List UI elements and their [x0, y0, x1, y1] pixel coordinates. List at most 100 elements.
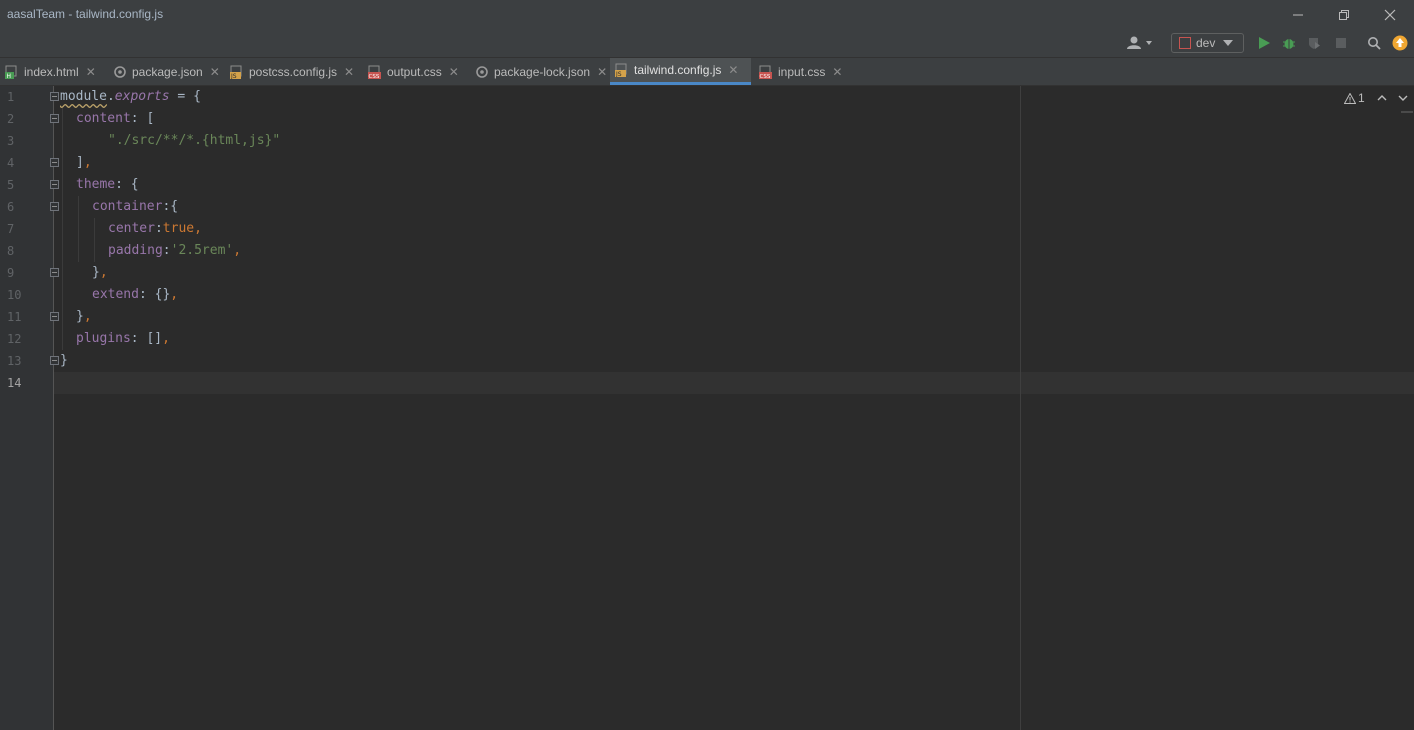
line-number: 8 — [7, 244, 15, 258]
code-token: : [ — [130, 111, 155, 126]
run-button[interactable] — [1254, 32, 1274, 54]
json-file-icon — [114, 65, 126, 78]
code-editor[interactable]: 1 2 3 4 5 6 7 8 9 10 11 12 13 14 module.… — [0, 86, 1414, 730]
fold-marker[interactable] — [50, 92, 59, 101]
tab-label: package.json — [132, 64, 203, 79]
tab-postcss-config-js[interactable]: JS postcss.config.js ✕ — [225, 58, 363, 85]
npm-config-icon — [1179, 37, 1191, 49]
indent-guide — [78, 196, 79, 262]
line-number: 3 — [7, 134, 15, 148]
code-token: } — [92, 265, 100, 280]
chevron-down-icon[interactable] — [1398, 94, 1408, 102]
code-token: , — [83, 309, 92, 324]
search-everywhere-button[interactable] — [1364, 32, 1384, 54]
css-file-icon: CSS — [759, 65, 772, 79]
tab-label: package-lock.json — [494, 64, 591, 79]
tab-package-lock-json[interactable]: package-lock.json ✕ — [470, 58, 610, 85]
code-token: , — [194, 221, 202, 236]
code-token: : {} — [138, 287, 171, 302]
stop-icon — [1336, 38, 1346, 48]
code-line: } — [60, 350, 68, 372]
restore-button[interactable] — [1321, 0, 1367, 29]
line-number: 5 — [7, 178, 15, 192]
user-icon — [1127, 36, 1152, 49]
scrollbar-marker — [1401, 111, 1413, 113]
stop-button[interactable] — [1331, 32, 1351, 54]
line-number: 2 — [7, 112, 15, 126]
chevron-down-icon — [1223, 40, 1234, 46]
close-icon — [1384, 9, 1396, 20]
close-tab-icon[interactable]: ✕ — [210, 65, 220, 79]
code-line: center:true, — [108, 218, 202, 240]
line-number: 13 — [7, 354, 22, 368]
close-tab-icon[interactable]: ✕ — [86, 65, 96, 79]
code-token: center — [108, 221, 155, 236]
search-icon — [1368, 37, 1381, 50]
code-token: , — [83, 155, 92, 170]
tab-label: index.html — [24, 64, 79, 79]
html-file-icon: H — [5, 65, 17, 79]
coverage-icon — [1309, 38, 1320, 49]
ide-update-button[interactable] — [1390, 32, 1410, 54]
code-token: extend — [92, 287, 139, 302]
code-token: : — [162, 243, 171, 258]
fold-marker[interactable] — [50, 268, 59, 277]
line-number-gutter: 1 2 3 4 5 6 7 8 9 10 11 12 13 14 — [0, 86, 54, 730]
chevron-up-icon[interactable] — [1377, 94, 1387, 102]
code-token: container — [92, 199, 163, 214]
fold-marker[interactable] — [50, 158, 59, 167]
code-line: plugins: [], — [76, 328, 170, 350]
code-token: content — [76, 111, 131, 126]
tab-input-css[interactable]: CSS input.css ✕ — [754, 58, 850, 85]
code-token: theme — [76, 177, 116, 192]
minimize-icon — [1293, 14, 1303, 15]
code-token: , — [233, 243, 242, 258]
editor-tabs: H index.html ✕ package.json ✕ JS postcss… — [0, 58, 1414, 86]
vcs-user-button[interactable] — [1124, 32, 1156, 54]
code-line: content: [ — [76, 108, 154, 130]
svg-text:JS: JS — [230, 73, 237, 79]
fold-marker[interactable] — [50, 180, 59, 189]
svg-text:JS: JS — [615, 71, 622, 77]
code-token: = { — [169, 89, 201, 104]
tab-output-css[interactable]: CSS output.css ✕ — [363, 58, 467, 85]
run-configuration-select[interactable]: dev — [1171, 33, 1244, 53]
js-file-icon: JS — [615, 63, 627, 77]
json-file-icon — [476, 65, 488, 78]
coverage-button[interactable] — [1304, 32, 1324, 54]
inspection-count: 1 — [1358, 91, 1365, 105]
code-line: theme: { — [76, 174, 139, 196]
debug-icon — [1283, 39, 1295, 49]
code-token: "./src/**/*.{html,js}" — [108, 133, 281, 148]
js-file-icon: JS — [230, 65, 242, 79]
tab-tailwind-config-js[interactable]: JS tailwind.config.js ✕ — [610, 58, 751, 85]
line-number: 10 — [7, 288, 22, 302]
code-token: ] — [76, 155, 84, 170]
code-token: : — [154, 221, 163, 236]
line-number: 4 — [7, 156, 15, 170]
close-tab-icon[interactable]: ✕ — [832, 65, 842, 79]
fold-marker[interactable] — [50, 114, 59, 123]
tab-label: output.css — [387, 64, 442, 79]
inspections-widget[interactable]: 1 — [1344, 90, 1408, 106]
title-bar: aasalTeam - tailwind.config.js — [0, 0, 1414, 29]
fold-marker[interactable] — [50, 202, 59, 211]
fold-marker[interactable] — [50, 312, 59, 321]
close-window-button[interactable] — [1367, 0, 1413, 29]
minimize-button[interactable] — [1275, 0, 1321, 29]
right-margin-guide — [1020, 86, 1021, 730]
fold-marker[interactable] — [50, 356, 59, 365]
tab-index-html[interactable]: H index.html ✕ — [0, 58, 104, 85]
code-token: : { — [115, 177, 139, 192]
code-line: }, — [92, 262, 108, 284]
close-tab-icon[interactable]: ✕ — [344, 65, 354, 79]
svg-text:CSS: CSS — [369, 74, 380, 79]
tab-package-json[interactable]: package.json ✕ — [108, 58, 224, 85]
main-toolbar: dev — [0, 29, 1414, 58]
indent-guide — [94, 218, 95, 262]
debug-button[interactable] — [1279, 32, 1299, 54]
update-icon — [1392, 35, 1408, 51]
close-tab-icon[interactable]: ✕ — [449, 65, 459, 79]
close-tab-icon[interactable]: ✕ — [728, 63, 738, 77]
close-tab-icon[interactable]: ✕ — [597, 65, 607, 79]
